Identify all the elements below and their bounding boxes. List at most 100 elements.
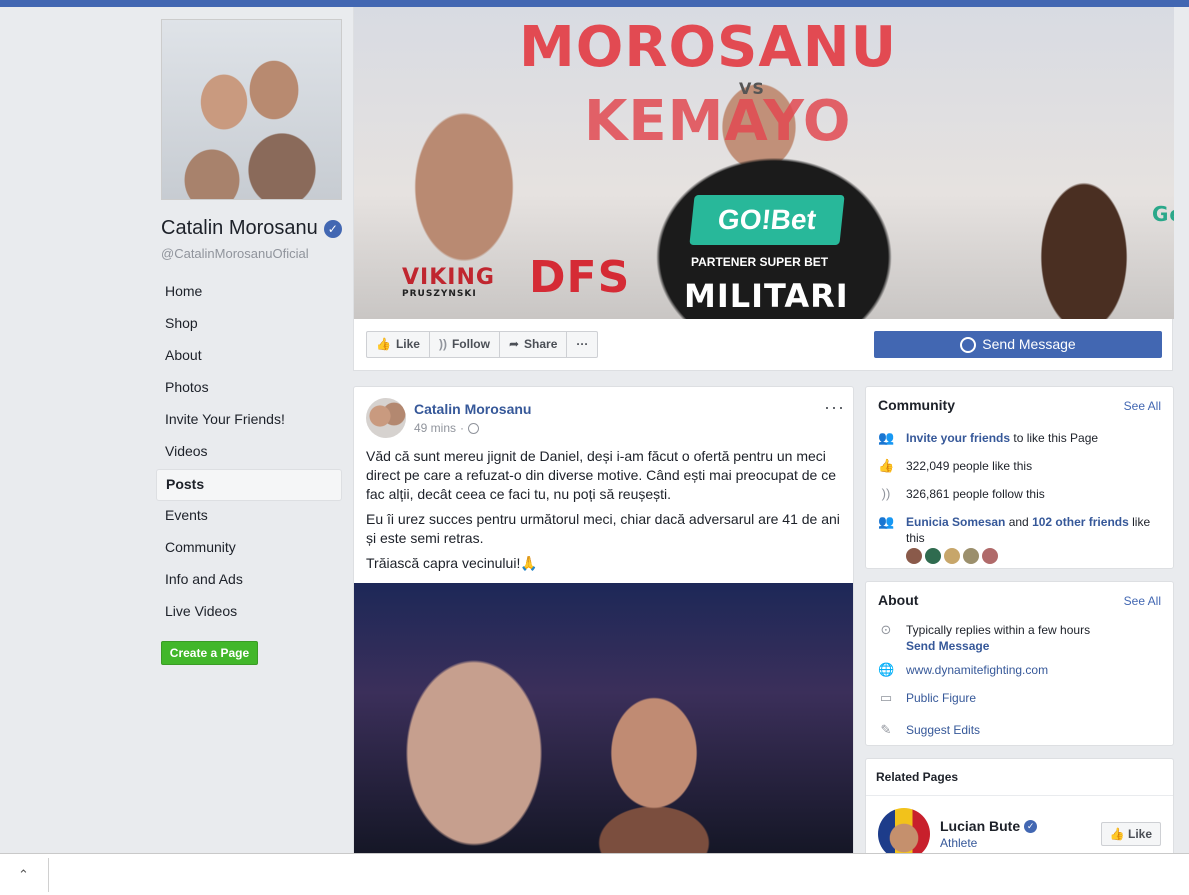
people-icon: 👥 <box>878 514 895 529</box>
page-username[interactable]: @CatalinMorosanuOficial <box>161 246 309 261</box>
follow-label: Follow <box>451 337 490 351</box>
related-like-button[interactable]: 👍 Like <box>1100 822 1161 846</box>
create-page-button[interactable]: Create a Page <box>161 641 258 665</box>
cover-opponent: KEMAYO <box>584 89 852 154</box>
sidebar-item-info-and-ads[interactable]: Info and Ads <box>156 565 342 597</box>
like-label: Like <box>395 337 420 351</box>
banner-dfs: DFS <box>529 252 631 303</box>
rss-icon: )) <box>438 337 447 351</box>
banner-viking: VIKING <box>402 265 495 290</box>
cover-headline: MOROSANU <box>519 15 898 80</box>
page-name-text[interactable]: Catalin Morosanu <box>161 217 318 240</box>
pencil-icon: ✎ <box>880 722 892 737</box>
friend-name-link[interactable]: Eunicia Somesan <box>906 515 1005 529</box>
sidebar-item-community[interactable]: Community <box>156 533 342 565</box>
related-pages-card: Related Pages Lucian Bute ✓ Athlete 👍 Li… <box>865 758 1174 868</box>
related-page-category[interactable]: Athlete <box>940 836 977 850</box>
related-pages-title: Related Pages <box>876 770 959 784</box>
community-card: Community See All 👥 Invite your friends … <box>865 386 1174 569</box>
other-friends-link[interactable]: 102 other friends <box>1032 515 1129 529</box>
messenger-icon <box>960 336 977 353</box>
follows-count: 326,861 people follow this <box>906 487 1045 501</box>
suggest-edits-row: ✎ Suggest Edits <box>878 722 1168 738</box>
globe-icon <box>468 422 480 434</box>
post-card: Catalin Morosanu 49 mins · ··· Văd că su… <box>353 386 854 856</box>
post-time-separator: · <box>460 421 465 435</box>
website-row: 🌐 www.dynamitefighting.com <box>878 662 1168 678</box>
sidebar-item-live-videos[interactable]: Live Videos <box>156 597 342 629</box>
post-author-link[interactable]: Catalin Morosanu <box>414 401 531 417</box>
invite-friends-link[interactable]: Invite your friends <box>906 431 1010 445</box>
post-paragraph: Eu îi urez succes pentru următorul meci,… <box>366 511 840 546</box>
share-button[interactable]: ➦ Share <box>500 332 568 357</box>
friend-avatar[interactable] <box>906 548 922 564</box>
related-page-name-text[interactable]: Lucian Bute <box>940 818 1020 834</box>
sponsor-tagline: PARTENER SUPER BET <box>691 255 829 269</box>
suggest-edits-link[interactable]: Suggest Edits <box>906 722 980 738</box>
page-title[interactable]: Catalin Morosanu ✓ <box>161 217 342 240</box>
friend-avatar[interactable] <box>944 548 960 564</box>
top-blue-bar <box>0 0 1189 7</box>
community-title: Community <box>878 397 955 413</box>
post-options-button[interactable]: ··· <box>824 397 845 418</box>
category-row: ▭ Public Figure <box>878 690 1168 706</box>
sidebar-item-videos[interactable]: Videos <box>156 437 342 469</box>
banner-pruszynski: PRUSZYNSKI <box>402 289 477 299</box>
sidebar-item-invite-your-friends[interactable]: Invite Your Friends! <box>156 405 342 437</box>
profile-picture[interactable] <box>161 19 342 200</box>
browser-download-bar: ⌃ <box>0 853 1189 895</box>
related-like-label: Like <box>1127 827 1152 841</box>
post-body: Văd că sunt mereu jignit de Daniel, deși… <box>366 447 844 579</box>
send-message-button[interactable]: Send Message <box>874 331 1162 358</box>
divider <box>48 858 49 892</box>
sidebar-item-events[interactable]: Events <box>156 501 342 533</box>
chevron-up-icon[interactable]: ⌃ <box>18 867 29 883</box>
share-label: Share <box>524 337 558 351</box>
website-link[interactable]: www.dynamitefighting.com <box>906 662 1048 678</box>
friend-avatar[interactable] <box>925 548 941 564</box>
sidebar-item-shop[interactable]: Shop <box>156 309 342 341</box>
globe-icon: 🌐 <box>878 662 895 677</box>
about-see-all-link[interactable]: See All <box>1124 594 1161 608</box>
about-send-message-link[interactable]: Send Message <box>906 638 1090 654</box>
friend-avatar[interactable] <box>982 548 998 564</box>
friend-and-text: and <box>1005 515 1033 529</box>
friends-like-row: 👥 Eunicia Somesan and 102 other friends … <box>878 514 1168 564</box>
shirt-text: MILITARI <box>684 277 849 315</box>
divider <box>866 795 1173 796</box>
invite-rest-text: to like this Page <box>1010 431 1099 445</box>
share-arrow-icon: ➦ <box>508 337 520 351</box>
post-time-text[interactable]: 49 mins <box>414 421 456 435</box>
send-message-label: Send Message <box>982 336 1076 352</box>
post-timestamp[interactable]: 49 mins · <box>414 421 480 435</box>
follow-button[interactable]: )) Follow <box>430 332 500 357</box>
sidebar-item-photos[interactable]: Photos <box>156 373 342 405</box>
post-paragraph: Trăiască capra vecinului!🙏 <box>366 555 538 571</box>
verified-badge-icon: ✓ <box>1024 819 1038 833</box>
sidebar-item-about[interactable]: About <box>156 341 342 373</box>
sidebar-item-posts[interactable]: Posts <box>156 469 342 501</box>
category-link[interactable]: Public Figure <box>906 690 976 706</box>
cover-photo[interactable]: MOROSANU VS KEMAYO GO!Bet PARTENER SUPER… <box>354 7 1174 319</box>
thumbs-up-icon: 👍 <box>376 337 391 351</box>
community-see-all-link[interactable]: See All <box>1124 399 1161 413</box>
thumbs-up-icon: 👍 <box>878 458 895 473</box>
related-page-name[interactable]: Lucian Bute ✓ <box>940 818 1038 834</box>
post-author-avatar[interactable] <box>366 398 406 438</box>
invite-friends-row: 👥 Invite your friends to like this Page <box>878 430 1168 446</box>
like-page-button[interactable]: 👍 Like <box>367 332 430 357</box>
more-actions-button[interactable]: ··· <box>567 332 597 357</box>
post-paragraph: Văd că sunt mereu jignit de Daniel, deși… <box>366 448 837 502</box>
verified-badge-icon: ✓ <box>323 219 342 238</box>
category-icon: ▭ <box>879 690 893 705</box>
cover-section: MOROSANU VS KEMAYO GO!Bet PARTENER SUPER… <box>353 7 1174 371</box>
post-photo[interactable] <box>354 583 853 855</box>
sidebar-item-home[interactable]: Home <box>156 277 342 309</box>
friend-avatar[interactable] <box>963 548 979 564</box>
page-action-bar: 👍 Like )) Follow ➦ Share ··· <box>366 331 599 358</box>
follows-count-row: )) 326,861 people follow this <box>878 486 1168 502</box>
thumbs-up-icon: 👍 <box>1109 827 1125 841</box>
reply-time-row: ⊙ Typically replies within a few hours Se… <box>878 622 1168 654</box>
likes-count: 322,049 people like this <box>906 459 1033 473</box>
rss-icon: )) <box>881 486 891 501</box>
